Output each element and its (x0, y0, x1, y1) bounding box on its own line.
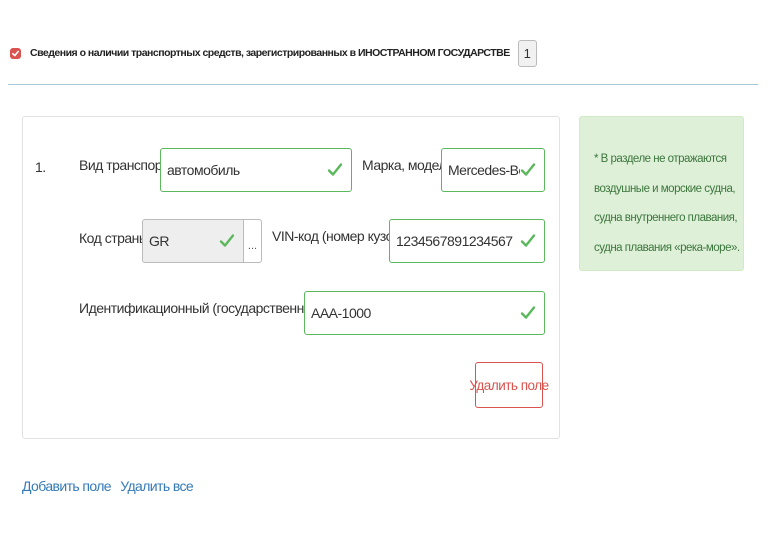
note-line: судна внутреннего плавания, (594, 212, 738, 224)
country-picker-button[interactable]: ... (244, 219, 262, 263)
country-code-value: GR (149, 233, 170, 249)
checkmark-icon (327, 163, 343, 176)
vehicle-type-value: автомобиль (167, 162, 240, 178)
checkmark-icon (520, 163, 536, 176)
reg-number-value: AAA-1000 (311, 305, 371, 321)
section-checkbox[interactable] (10, 47, 21, 59)
brand-model-label: Марка, модель (362, 157, 453, 173)
count-badge: 1 (517, 39, 537, 67)
checkmark-icon (11, 50, 20, 56)
entry-actions: Добавить поле Удалить все (22, 478, 199, 494)
reg-number-field[interactable]: AAA-1000 (304, 291, 545, 335)
delete-all-link[interactable]: Удалить все (120, 478, 193, 494)
country-code-field[interactable]: GR (142, 219, 244, 263)
section-header: Сведения о наличии транспортных средств,… (10, 38, 537, 68)
brand-model-field[interactable]: Mercedes-Benz (441, 148, 545, 192)
note-line: * В разделе не отражаются (594, 153, 727, 165)
header-divider (8, 84, 758, 85)
country-picker-label: ... (247, 240, 258, 252)
note-line: воздушные и морские судна, (594, 182, 736, 195)
note-line: судна плавания «река-море». (594, 241, 740, 254)
country-code-label: Код страны (79, 230, 149, 246)
info-note: * В разделе не отражаются воздушные и мо… (579, 116, 744, 271)
section-title: Сведения о наличии транспортных средств,… (30, 47, 510, 59)
vin-value: 1234567891234567 (396, 233, 513, 249)
add-field-link[interactable]: Добавить поле (22, 478, 112, 494)
vin-field[interactable]: 1234567891234567 (389, 219, 545, 263)
delete-field-button[interactable]: Удалить поле (469, 362, 549, 408)
checkmark-icon (219, 234, 235, 247)
vehicle-type-field[interactable]: автомобиль (160, 148, 352, 192)
entry-number: 1. (35, 159, 46, 175)
vehicle-entry-panel: 1. Вид транспорта автомобиль Марка, моде… (22, 116, 560, 439)
brand-model-value: Mercedes-Benz (448, 162, 520, 178)
checkmark-icon (520, 306, 536, 319)
checkmark-icon (520, 234, 536, 247)
